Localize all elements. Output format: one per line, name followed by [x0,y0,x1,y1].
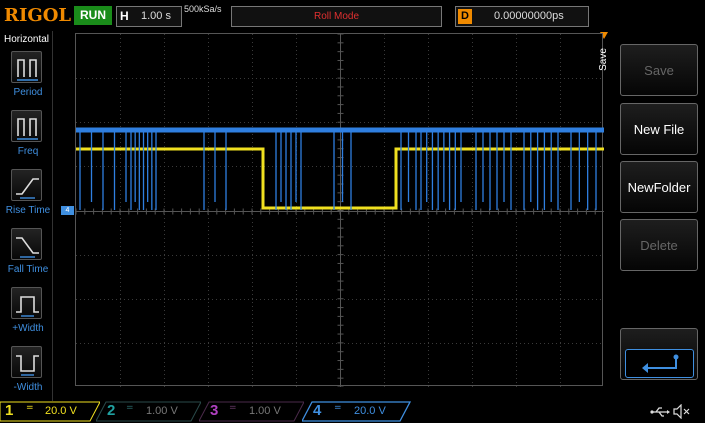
channel-4-number: 4 [313,402,322,419]
speaker-muted-icon[interactable] [673,403,691,423]
menu-item-fall-time[interactable]: Fall Time [0,228,56,286]
channel-3-number: 3 [210,402,219,419]
negative-width-icon [11,346,42,378]
channel-1-scale: 20.0 V [45,405,77,417]
channel-3-coupling-icon: = [229,403,237,413]
brand-logo: RIGOL [4,5,72,26]
save-tab-label: Save [597,48,609,71]
positive-width-icon [11,287,42,319]
menu-item-label: +Width [12,323,44,334]
delete-button[interactable]: Delete [620,219,698,271]
timebase-label: H [120,9,129,23]
menu-item-label: Freq [17,146,39,157]
waveform-display[interactable] [75,33,604,387]
period-icon [11,51,42,83]
channel-2-number: 2 [107,402,116,419]
save-menu-tab: Save [598,38,618,86]
menu-item-label: -Width [13,382,43,393]
channel-3-scale: 1.00 V [249,405,281,417]
timebase-box[interactable]: H 1.00 s [116,6,182,27]
graticule [76,34,604,387]
delay-value: 0.00000000ps [494,10,564,22]
status-bar: RIGOL RUN H 1.00 s 500kSa/s Roll Mode D … [0,0,705,31]
channel-4-coupling-icon: = [334,403,342,413]
frequency-icon [11,110,42,142]
menu-item-label: Period [13,87,43,98]
menu-item-label: Rise Time [5,205,51,216]
menu-title: Horizontal [3,34,50,45]
menu-item-positive-width[interactable]: +Width [0,287,56,345]
enter-arrow-icon [625,349,694,378]
channel-4-scale: 20.0 V [354,405,386,417]
new-file-button[interactable]: New File [620,103,698,155]
channel-3-tab[interactable]: 3 = 1.00 V [199,401,304,422]
channel-4-tab[interactable]: 4 = 20.0 V [302,401,412,422]
new-folder-button[interactable]: NewFolder [620,161,698,213]
delay-label: D [458,9,472,24]
save-button[interactable]: Save [620,44,698,96]
channel-2-scale: 1.00 V [146,405,178,417]
delay-box[interactable]: D 0.00000000ps [455,6,589,27]
fall-time-icon [11,228,42,260]
menu-item-period[interactable]: Period [0,51,56,109]
horizontal-measure-menu: Horizontal Period Freq Rise Time Fall Ti… [0,31,53,401]
run-status-badge[interactable]: RUN [74,6,112,25]
sample-rate: 500kSa/s [184,4,222,14]
timebase-value: 1.00 s [141,10,171,22]
channel-4-offset-marker[interactable]: 4 [61,206,74,215]
enter-button[interactable] [620,328,698,380]
channel-1-number: 1 [5,402,14,419]
channel-2-coupling-icon: = [126,403,134,413]
acquisition-mode: Roll Mode [231,6,442,27]
menu-item-rise-time[interactable]: Rise Time [0,169,56,227]
usb-icon [650,404,670,423]
channel-1-tab[interactable]: 1 = 20.0 V [0,401,100,422]
menu-item-freq[interactable]: Freq [0,110,56,168]
channel-bar: 1 = 20.0 V 2 = 1.00 V 3 = 1.00 V 4 = 20.… [0,401,705,423]
menu-item-label: Fall Time [7,264,49,275]
channel-1-coupling-icon: = [26,403,34,413]
menu-item-negative-width[interactable]: -Width [0,346,56,404]
channel-2-tab[interactable]: 2 = 1.00 V [96,401,201,422]
rise-time-icon [11,169,42,201]
